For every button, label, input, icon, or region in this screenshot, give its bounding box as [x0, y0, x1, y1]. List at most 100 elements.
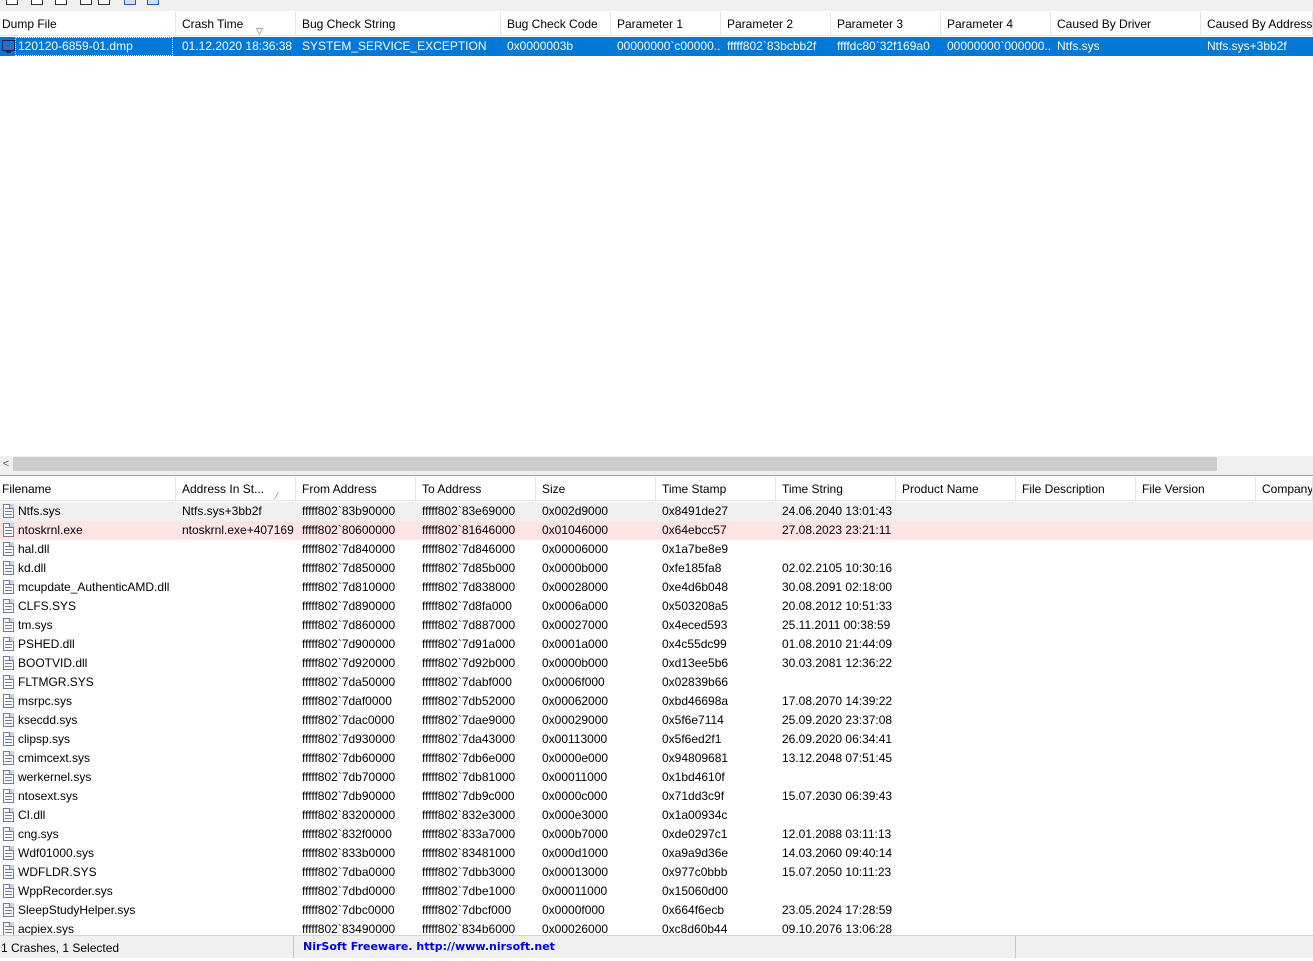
size-cell: 0x000b7000: [542, 827, 609, 841]
filename-cell: Wdf01000.sys: [18, 846, 95, 860]
save-icon[interactable]: [98, 0, 110, 5]
module-list[interactable]: Filename Address In St... ⁄ From Address …: [0, 477, 1313, 935]
time-string-cell: 12.01.2088 03:11:13: [782, 827, 892, 841]
col-filename[interactable]: Filename: [0, 477, 176, 501]
to-address-cell: fffff802`83e69000: [422, 504, 516, 518]
time-string-cell: 17.08.2070 14:39:22: [782, 694, 893, 708]
time-stamp-cell: 0x94809681: [662, 751, 729, 765]
new-icon[interactable]: [6, 0, 18, 5]
size-cell: 0x000d1000: [542, 846, 609, 860]
file-description-cell: [1016, 654, 1136, 673]
module-row[interactable]: ntoskrnl.exe ntoskrnl.exe+407169 fffff802`…: [0, 521, 1313, 540]
col-bug-check-string[interactable]: Bug Check String: [296, 12, 501, 36]
file-version-cell: [1136, 616, 1256, 635]
module-row[interactable]: SleepStudyHelper.sys fffff802`7dbc0000 fff…: [0, 901, 1313, 920]
file-description-cell: [1016, 578, 1136, 597]
size-cell: 0x000e3000: [542, 808, 609, 822]
col-address-in-stack[interactable]: Address In St... ⁄: [176, 477, 296, 501]
scrollbar-thumb[interactable]: [13, 457, 1217, 471]
refresh-icon[interactable]: [124, 0, 136, 5]
module-row[interactable]: acpiex.sys fffff802`83490000 fffff802`834b…: [0, 920, 1313, 935]
col-from-address[interactable]: From Address: [296, 477, 416, 501]
module-row[interactable]: WDFLDR.SYS fffff802`7dba0000 fffff802`7dbb…: [0, 863, 1313, 882]
col-parameter-4[interactable]: Parameter 4: [941, 12, 1051, 36]
address-in-stack-cell: [176, 730, 296, 749]
col-caused-by-driver[interactable]: Caused By Driver: [1051, 12, 1201, 36]
col-to-address[interactable]: To Address: [416, 477, 536, 501]
col-time-string[interactable]: Time String: [776, 477, 896, 501]
module-row[interactable]: clipsp.sys fffff802`7d930000 fffff802`7da4…: [0, 730, 1313, 749]
module-row[interactable]: tm.sys fffff802`7d860000 fffff802`7d887000…: [0, 616, 1313, 635]
col-file-version[interactable]: File Version: [1136, 477, 1256, 501]
module-row[interactable]: BOOTVID.dll fffff802`7d920000 fffff802`7d9…: [0, 654, 1313, 673]
filename-cell: BOOTVID.dll: [18, 656, 88, 670]
company-cell: [1256, 540, 1313, 559]
crash-list[interactable]: Dump File Crash Time ▽ Bug Check String B…: [0, 12, 1313, 456]
module-row[interactable]: Wdf01000.sys fffff802`833b0000 fffff802`83…: [0, 844, 1313, 863]
company-cell: [1256, 654, 1313, 673]
module-row[interactable]: kd.dll fffff802`7d850000 fffff802`7d85b000…: [0, 559, 1313, 578]
filename-cell: tm.sys: [18, 618, 53, 632]
properties-icon[interactable]: [55, 0, 67, 5]
module-row[interactable]: CI.dll fffff802`83200000 fffff802`832e3000…: [0, 806, 1313, 825]
col-time-stamp[interactable]: Time Stamp: [656, 477, 776, 501]
module-row[interactable]: werkernel.sys fffff802`7db70000 fffff802`7…: [0, 768, 1313, 787]
filename-cell: CLFS.SYS: [18, 599, 77, 613]
module-row[interactable]: CLFS.SYS fffff802`7d890000 fffff802`7d8fa0…: [0, 597, 1313, 616]
col-caused-by-address[interactable]: Caused By Address: [1201, 12, 1313, 36]
product-name-cell: [896, 540, 1016, 559]
table-icon[interactable]: [31, 0, 43, 5]
size-cell: 0x0000b000: [542, 656, 609, 670]
col-product-name[interactable]: Product Name: [896, 477, 1016, 501]
module-row[interactable]: mcupdate_AuthenticAMD.dll fffff802`7d8100…: [0, 578, 1313, 597]
file-version-cell: [1136, 502, 1256, 521]
module-row[interactable]: PSHED.dll fffff802`7d900000 fffff802`7d91a…: [0, 635, 1313, 654]
bug-check-code-cell: 0x0000003b: [507, 39, 574, 53]
module-row[interactable]: FLTMGR.SYS fffff802`7da50000 fffff802`7dab…: [0, 673, 1313, 692]
address-in-stack-cell: [176, 749, 296, 768]
horizontal-scrollbar[interactable]: <: [0, 456, 1313, 472]
product-name-cell: [896, 673, 1016, 692]
col-parameter-3[interactable]: Parameter 3: [831, 12, 941, 36]
nirsoft-link[interactable]: NirSoft Freeware. http://www.nirsoft.net: [296, 936, 1016, 958]
module-row[interactable]: Ntfs.sys Ntfs.sys+3bb2f fffff802`83b90000 f…: [0, 502, 1313, 521]
col-company[interactable]: Company: [1256, 477, 1313, 501]
file-description-cell: [1016, 749, 1136, 768]
pane-splitter[interactable]: [0, 472, 1313, 476]
col-crash-time[interactable]: Crash Time ▽: [176, 12, 296, 36]
time-stamp-cell: 0xbd46698a: [662, 694, 729, 708]
col-dump-file[interactable]: Dump File: [0, 12, 176, 36]
module-row[interactable]: cmimcext.sys fffff802`7db60000 fffff802`7d…: [0, 749, 1313, 768]
filename-cell: werkernel.sys: [18, 770, 92, 784]
time-string-cell: 01.08.2010 21:44:09: [782, 637, 893, 651]
col-parameter-2[interactable]: Parameter 2: [721, 12, 831, 36]
file-description-cell: [1016, 559, 1136, 578]
to-address-cell: fffff802`7d85b000: [422, 561, 516, 575]
module-row[interactable]: cng.sys fffff802`832f0000 fffff802`833a700…: [0, 825, 1313, 844]
col-file-description[interactable]: File Description: [1016, 477, 1136, 501]
time-stamp-cell: 0x4eced593: [662, 618, 728, 632]
col-parameter-1[interactable]: Parameter 1: [611, 12, 721, 36]
col-size[interactable]: Size: [536, 477, 656, 501]
time-string-cell: [776, 540, 896, 559]
address-in-stack-cell: [176, 692, 296, 711]
file-version-cell: [1136, 920, 1256, 935]
crash-row[interactable]: 120120-6859-01.dmp 01.12.2020 18:36:38 S…: [0, 37, 1313, 56]
module-row[interactable]: msrpc.sys fffff802`7daf0000 fffff802`7db52…: [0, 692, 1313, 711]
time-string-cell: 02.02.2105 10:30:16: [782, 561, 893, 575]
module-row[interactable]: hal.dll fffff802`7d840000 fffff802`7d84600…: [0, 540, 1313, 559]
product-name-cell: [896, 863, 1016, 882]
module-row[interactable]: WppRecorder.sys fffff802`7dbd0000 fffff802…: [0, 882, 1313, 901]
from-address-cell: fffff802`832f0000: [302, 827, 392, 841]
module-row[interactable]: ksecdd.sys fffff802`7dac0000 fffff802`7dae…: [0, 711, 1313, 730]
from-address-cell: fffff802`7dbd0000: [302, 884, 396, 898]
exit-icon[interactable]: [147, 0, 159, 5]
scroll-left-icon[interactable]: <: [0, 456, 12, 472]
module-row[interactable]: ntosext.sys fffff802`7db90000 fffff802`7db…: [0, 787, 1313, 806]
time-stamp-cell: 0x1a00934c: [662, 808, 728, 822]
file-version-cell: [1136, 844, 1256, 863]
copy-icon[interactable]: [80, 0, 92, 5]
file-description-cell: [1016, 692, 1136, 711]
col-bug-check-code[interactable]: Bug Check Code: [501, 12, 611, 36]
time-stamp-cell: 0x1a7be8e9: [662, 542, 729, 556]
